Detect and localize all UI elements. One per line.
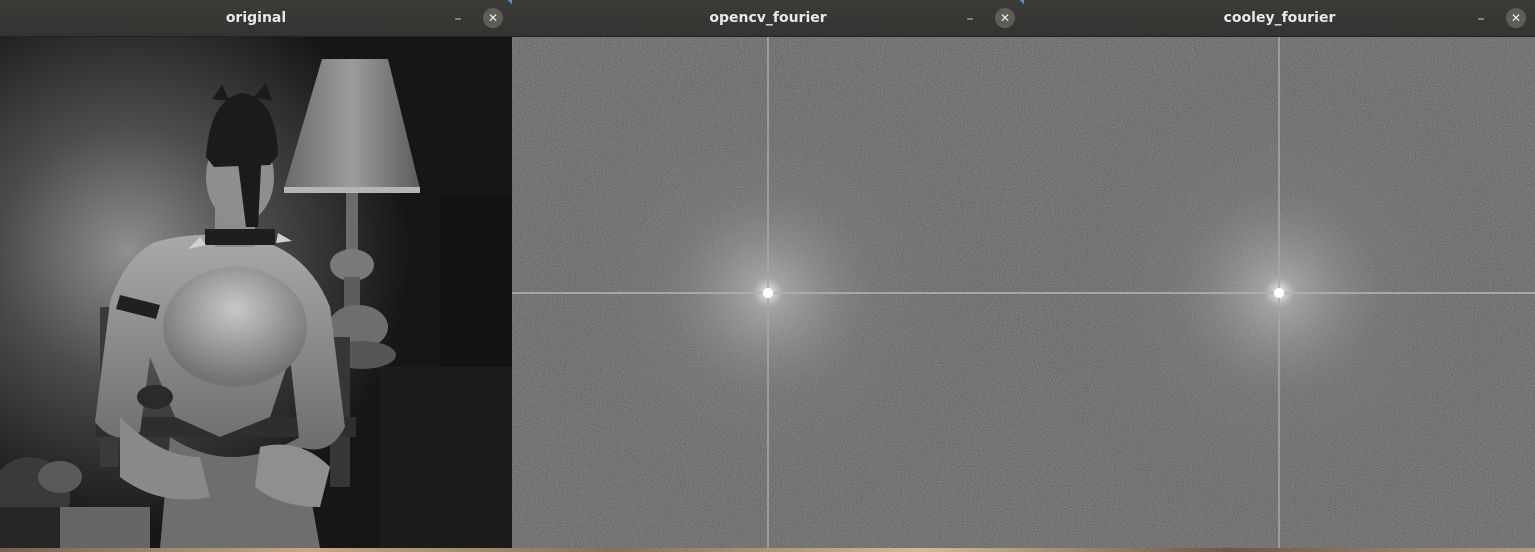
window-title: opencv_fourier	[709, 10, 827, 26]
window-title: cooley_fourier	[1223, 10, 1336, 26]
close-icon[interactable]: ✕	[483, 8, 503, 28]
window-cooley-fourier: cooley_fourier – ✕	[1019, 0, 1535, 548]
titlebar[interactable]: opencv_fourier – ✕	[512, 0, 1024, 37]
close-icon[interactable]: ✕	[995, 8, 1015, 28]
titlebar[interactable]: original – ✕	[0, 0, 512, 37]
photo-image	[0, 37, 512, 548]
close-icon[interactable]: ✕	[1506, 8, 1526, 28]
fourier-spectrum-image	[512, 37, 1024, 548]
window-opencv-fourier: opencv_fourier – ✕	[507, 0, 1024, 548]
desktop-background	[0, 548, 1535, 552]
window-original: original – ✕	[0, 0, 512, 548]
minimize-icon[interactable]: –	[1471, 9, 1491, 29]
titlebar[interactable]: cooley_fourier – ✕	[1024, 0, 1535, 37]
minimize-icon[interactable]: –	[448, 9, 468, 29]
image-view-original	[0, 37, 512, 548]
window-title: original	[225, 10, 287, 26]
image-view-opencv-fourier	[512, 37, 1024, 548]
image-view-cooley-fourier	[1024, 37, 1535, 548]
minimize-icon[interactable]: –	[960, 9, 980, 29]
fourier-spectrum-image	[1024, 37, 1535, 548]
